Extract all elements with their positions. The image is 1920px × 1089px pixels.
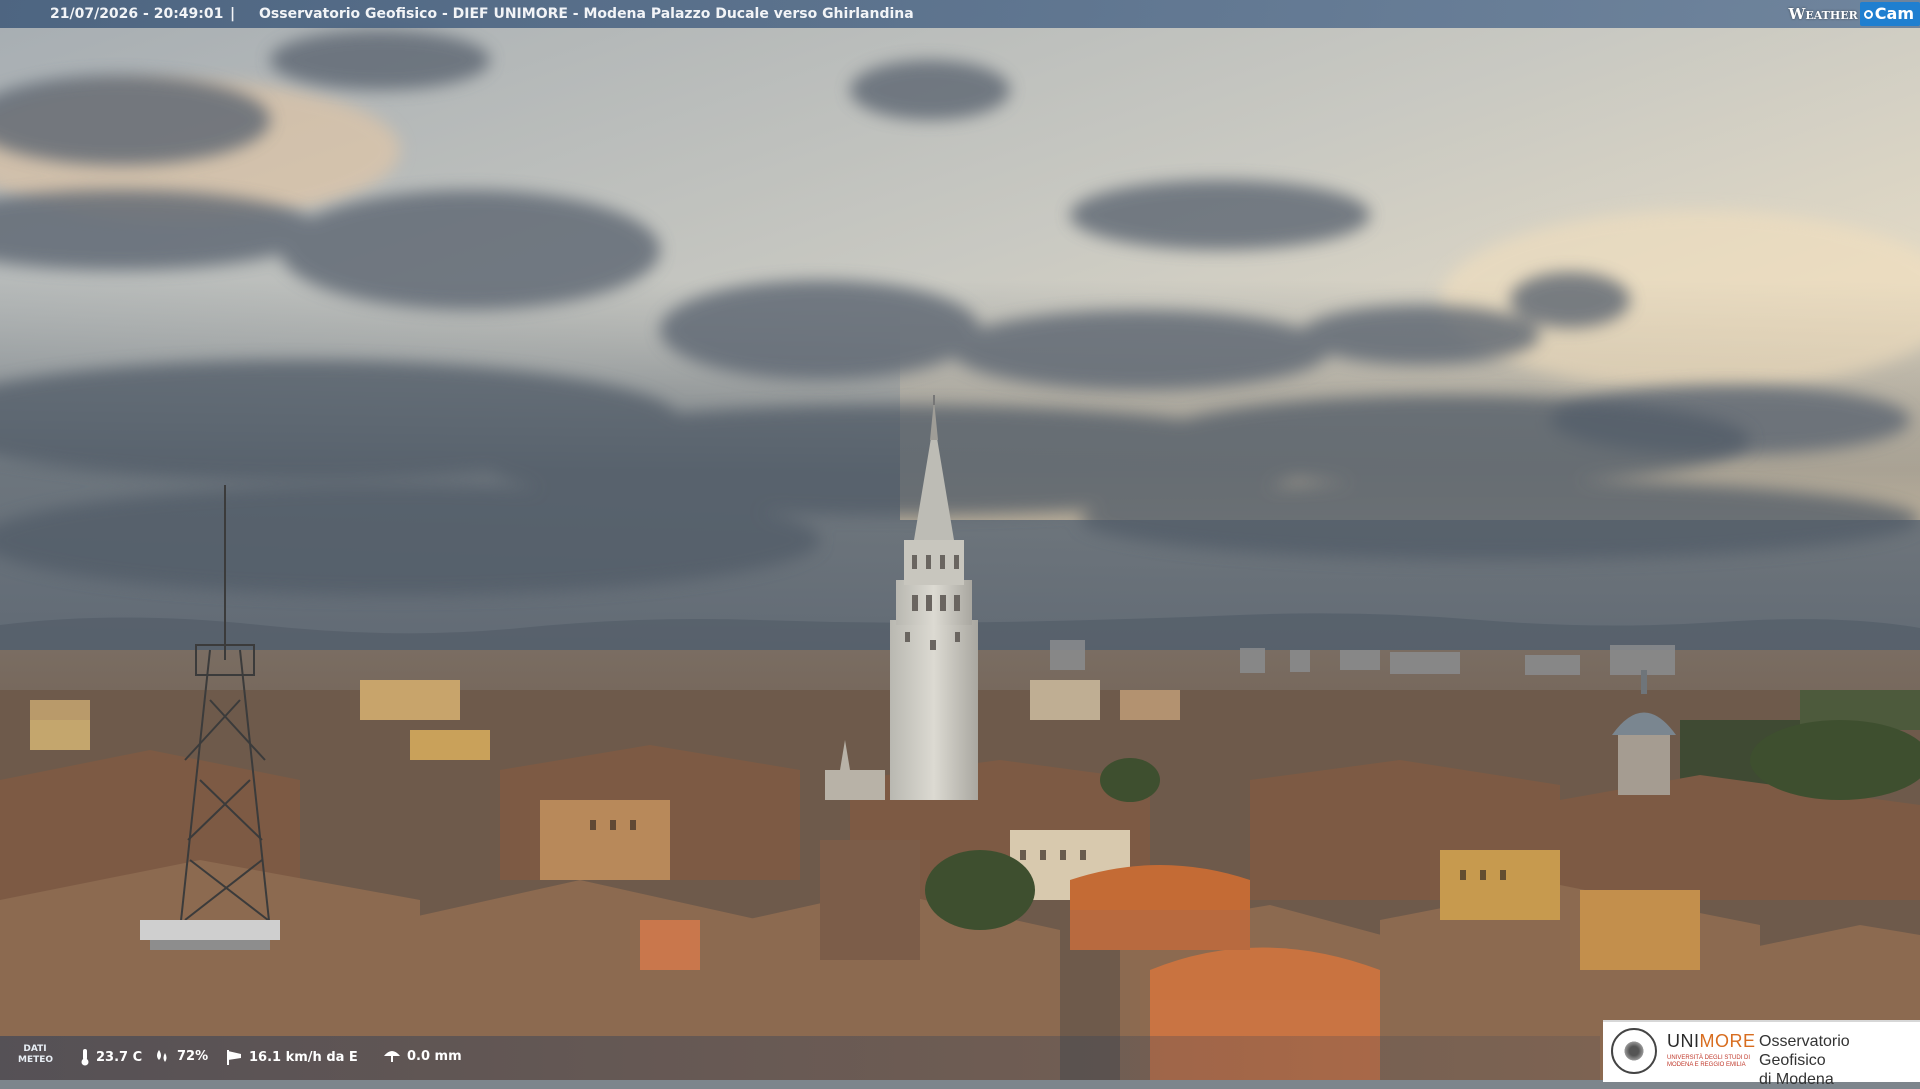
humidity-drops-icon — [153, 1048, 171, 1064]
wind-sock-icon — [225, 1048, 243, 1066]
camera-title: Osservatorio Geofisico - DIEF UNIMORE - … — [259, 0, 914, 28]
weather-data-bar: DATI METEO 23.7 C 72% 16.1 km/h da E 0.0… — [0, 1036, 1600, 1080]
wind-readout: 16.1 km/h da E — [225, 1048, 358, 1066]
timestamp: 21/07/2026 - 20:49:01 — [50, 0, 223, 28]
rain-readout: 0.0 mm — [383, 1048, 462, 1064]
temperature-readout: 23.7 C — [80, 1048, 142, 1066]
brand-cam-text: Cam — [1875, 2, 1914, 26]
brand-weather-text: Weather — [1789, 0, 1860, 28]
caption-separator: | — [230, 0, 235, 28]
thermometer-icon — [80, 1048, 90, 1066]
rain-value: 0.0 mm — [407, 1049, 462, 1064]
wind-value: 16.1 km/h da E — [249, 1050, 358, 1065]
humidity-readout: 72% — [153, 1048, 208, 1064]
temperature-value: 23.7 C — [96, 1050, 142, 1065]
caption-bar: 21/07/2026 - 20:49:01 | Osservatorio Geo… — [0, 0, 1920, 28]
weather-label-line1: DATI — [18, 1044, 52, 1055]
observatory-name: Osservatorio Geofisico di Modena — [1759, 1032, 1920, 1089]
university-seal-icon — [1611, 1028, 1657, 1074]
observatory-line1: Osservatorio Geofisico — [1759, 1032, 1920, 1070]
unimore-subtitle: UNIVERSITÀ DEGLI STUDI DI MODENA E REGGI… — [1667, 1055, 1757, 1069]
unimore-wordmark: UNIMORE — [1667, 1031, 1756, 1052]
humidity-value: 72% — [177, 1049, 208, 1064]
rain-umbrella-icon — [383, 1048, 401, 1064]
weather-label-line2: METEO — [18, 1055, 52, 1066]
weather-data-label: DATI METEO — [18, 1044, 52, 1066]
webcam-scene — [0, 0, 1920, 1080]
unimore-logo: UNIMORE UNIVERSITÀ DEGLI STUDI DI MODENA… — [1603, 1020, 1920, 1082]
unimore-wordmark-more: MORE — [1700, 1031, 1756, 1051]
camera-lens-icon — [1864, 10, 1873, 19]
brand-cam-badge: Cam — [1860, 2, 1920, 26]
weathercam-brand: Weather Cam — [1789, 0, 1920, 28]
unimore-wordmark-uni: UNI — [1667, 1031, 1700, 1051]
